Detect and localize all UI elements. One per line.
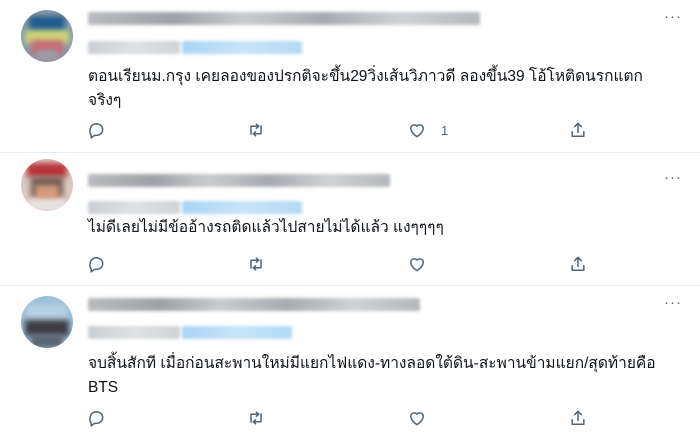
- more-icon[interactable]: ···: [662, 295, 684, 310]
- share-icon: [571, 122, 585, 137]
- retweet-button[interactable]: [246, 118, 266, 142]
- like-icon: [410, 124, 424, 138]
- reply-icon: [89, 411, 104, 427]
- author-name-blurred: [88, 174, 390, 187]
- author-handle-blurred: [88, 41, 180, 54]
- share-icon: [571, 410, 585, 425]
- share-button[interactable]: [568, 252, 588, 276]
- retweet-icon: [250, 411, 262, 425]
- like-button[interactable]: [407, 252, 441, 276]
- tweet-text: ตอนเรียนม.กรุง เคยลองของปรกติจะขึ้น29วิ่…: [88, 68, 643, 109]
- like-button[interactable]: 1: [407, 118, 448, 142]
- retweet-icon: [250, 123, 262, 137]
- tweet-text: จบสิ้นสักที เมื่อก่อนสะพานใหม่มีแยกไฟแดง…: [88, 355, 656, 396]
- tweet-text: ไม่ดีเลยไม่มีข้ออ้างรถติดแล้วไปสายไม่ได้…: [88, 219, 444, 236]
- reply-to-blurred: [182, 326, 292, 339]
- tweet-actions: [0, 252, 700, 276]
- share-button[interactable]: [568, 118, 588, 142]
- tweet-2[interactable]: ··· ไม่ดีเลยไม่มีข้ออ้างรถติดแล้วไปสายไม…: [0, 153, 700, 286]
- author-name-blurred: [88, 298, 420, 311]
- more-icon[interactable]: ···: [662, 170, 684, 185]
- reply-icon: [89, 123, 104, 139]
- avatar[interactable]: [21, 10, 73, 62]
- tweet-3[interactable]: ··· จบสิ้นสักที เมื่อก่อนสะพานใหม่มีแยกไ…: [0, 286, 700, 440]
- like-count: 1: [441, 122, 449, 138]
- like-button[interactable]: [407, 406, 441, 430]
- like-icon: [410, 258, 424, 272]
- share-icon: [571, 256, 585, 271]
- avatar[interactable]: [21, 296, 73, 348]
- author-handle-blurred: [88, 326, 180, 339]
- retweet-button[interactable]: [246, 252, 266, 276]
- tweet-1[interactable]: ··· ตอนเรียนม.กรุง เคยลองของปรกติจะขึ้น2…: [0, 0, 700, 153]
- reply-button[interactable]: [86, 118, 106, 142]
- avatar[interactable]: [21, 159, 73, 211]
- reply-button[interactable]: [86, 406, 106, 430]
- reply-feed: ··· ตอนเรียนม.กรุง เคยลองของปรกติจะขึ้น2…: [0, 0, 700, 440]
- tweet-actions: [0, 406, 700, 430]
- more-icon[interactable]: ···: [662, 9, 684, 24]
- share-button[interactable]: [568, 406, 588, 430]
- retweet-button[interactable]: [246, 406, 266, 430]
- reply-to-blurred: [182, 41, 302, 54]
- like-icon: [410, 412, 424, 426]
- author-handle-blurred: [88, 201, 180, 214]
- retweet-icon: [250, 257, 262, 271]
- reply-button[interactable]: [86, 252, 106, 276]
- reply-icon: [89, 257, 104, 273]
- tweet-actions: 1: [0, 118, 700, 142]
- reply-to-blurred: [182, 201, 302, 214]
- author-name-blurred: [88, 12, 480, 25]
